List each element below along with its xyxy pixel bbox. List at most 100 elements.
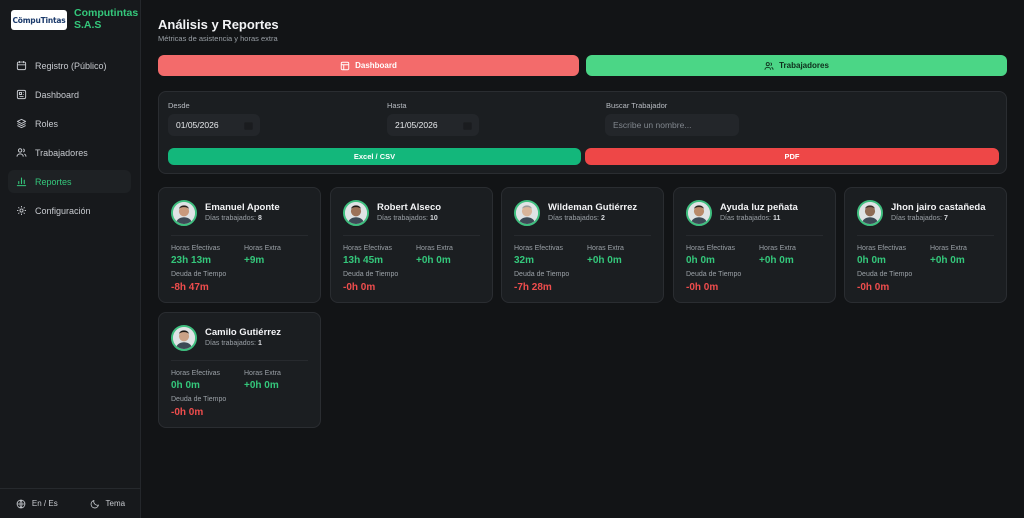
extra-hours-value: +0h 0m	[587, 255, 622, 266]
days-worked-label: Días trabajados:	[548, 215, 599, 222]
worker-card[interactable]: Robert Alseco Días trabajados: 10 Horas Ef…	[330, 187, 493, 303]
gear-icon	[17, 206, 26, 215]
extra-hours-value: +0h 0m	[244, 380, 279, 391]
time-debt-value: -0h 0m	[171, 407, 204, 418]
days-worked: Días trabajados: 11	[720, 215, 780, 222]
card-divider	[171, 360, 308, 361]
days-worked-label: Días trabajados:	[891, 215, 942, 222]
avatar	[171, 200, 197, 226]
worker-card[interactable]: Camilo Gutiérrez Días trabajados: 1 Horas …	[158, 312, 321, 428]
tab-trabajadores-label: Trabajadores	[779, 61, 829, 70]
sidebar-item-label: Registro (Público)	[35, 60, 107, 71]
card-divider	[857, 235, 994, 236]
days-worked-value: 7	[943, 215, 948, 222]
sidebar-item-dashboard[interactable]: Dashboard	[8, 83, 131, 106]
days-worked-value: 2	[600, 215, 605, 222]
calendar-icon[interactable]	[463, 121, 472, 130]
layout-icon	[340, 61, 350, 70]
brand: CömpuTintas Computintas S.A.S	[11, 7, 139, 31]
card-divider	[686, 235, 823, 236]
moon-icon	[90, 499, 99, 508]
sidebar-item-trabajadores[interactable]: Trabajadores	[8, 141, 131, 164]
time-debt-label: Deuda de Tiempo	[171, 271, 227, 278]
sidebar-item-registro[interactable]: Registro (Público)	[8, 54, 131, 77]
tab-dashboard-label: Dashboard	[355, 61, 397, 70]
company-name: Computintas S.A.S	[74, 7, 139, 31]
effective-hours-label: Horas Efectivas	[171, 370, 221, 377]
days-worked-label: Días trabajados:	[720, 215, 771, 222]
days-worked-value: 10	[429, 215, 438, 222]
avatar	[857, 200, 883, 226]
sidebar-item-label: Roles	[35, 118, 59, 129]
sidebar-item-label: Trabajadores	[35, 147, 88, 158]
theme-label: Tema	[105, 499, 126, 508]
tab-dashboard[interactable]: Dashboard	[158, 55, 579, 76]
extra-hours-label: Horas Extra	[416, 245, 453, 252]
effective-hours-value: 0h 0m	[857, 255, 886, 266]
effective-hours-label: Horas Efectivas	[171, 245, 221, 252]
time-debt-value: -0h 0m	[686, 282, 719, 293]
company-logo[interactable]: CömpuTintas	[11, 10, 67, 30]
sidebar-nav: Registro (Público) Dashboard Roles Traba…	[8, 54, 131, 228]
avatar	[514, 200, 540, 226]
effective-hours-value: 23h 13m	[171, 255, 212, 266]
days-worked: Días trabajados: 10	[377, 215, 438, 222]
users-icon	[16, 148, 27, 157]
days-worked-value: 1	[257, 340, 262, 347]
time-debt-value: -7h 28m	[514, 282, 552, 293]
extra-hours-label: Horas Extra	[244, 370, 281, 377]
search-worker-input[interactable]	[605, 114, 739, 136]
worker-name: Camilo Gutiérrez	[205, 327, 282, 338]
worker-name: Jhon jairo castañeda	[891, 202, 986, 213]
language-toggle[interactable]: En / Es	[16, 499, 58, 509]
worker-card[interactable]: Ayuda luz peñata Días trabajados: 11 Horas…	[673, 187, 836, 303]
bar-chart-icon	[16, 177, 27, 187]
calendar-icon	[16, 61, 27, 71]
sidebar-footer: En / Es Tema	[0, 488, 141, 518]
export-pdf-button[interactable]: PDF	[585, 148, 999, 165]
effective-hours-value: 32m	[514, 255, 535, 266]
time-debt-label: Deuda de Tiempo	[343, 271, 399, 278]
days-worked: Días trabajados: 8	[205, 215, 262, 222]
globe-icon	[16, 499, 26, 508]
avatar	[171, 325, 197, 351]
time-debt-label: Deuda de Tiempo	[171, 396, 227, 403]
time-debt-value: -0h 0m	[857, 282, 890, 293]
days-worked-label: Días trabajados:	[377, 215, 428, 222]
worker-name: Wildeman Gutiérrez	[548, 202, 638, 213]
worker-name: Robert Alseco	[377, 202, 442, 213]
worker-card[interactable]: Emanuel Aponte Días trabajados: 8 Horas Ef…	[158, 187, 321, 303]
days-worked: Días trabajados: 2	[548, 215, 605, 222]
effective-hours-value: 13h 45m	[343, 255, 384, 266]
effective-hours-value: 0h 0m	[686, 255, 715, 266]
extra-hours-label: Horas Extra	[587, 245, 624, 252]
worker-name: Ayuda luz peñata	[720, 202, 798, 213]
effective-hours-label: Horas Efectivas	[857, 245, 907, 252]
days-worked: Días trabajados: 1	[205, 340, 262, 347]
calendar-icon[interactable]	[244, 121, 253, 130]
worker-card[interactable]: Wildeman Gutiérrez Días trabajados: 2 Hora…	[501, 187, 664, 303]
dashboard-icon	[16, 89, 27, 100]
effective-hours-value: 0h 0m	[171, 380, 200, 391]
days-worked-value: 8	[257, 215, 262, 222]
filters-panel: Desde Hasta Buscar Trabajador Excel / CS…	[158, 91, 1007, 174]
avatar	[686, 200, 712, 226]
sidebar-item-roles[interactable]: Roles	[8, 112, 131, 135]
layers-icon	[16, 118, 27, 129]
tab-trabajadores[interactable]: Trabajadores	[586, 55, 1007, 76]
time-debt-label: Deuda de Tiempo	[686, 271, 742, 278]
sidebar-item-label: Configuración	[35, 205, 91, 216]
sidebar-item-configuracion[interactable]: Configuración	[8, 199, 131, 222]
effective-hours-label: Horas Efectivas	[514, 245, 564, 252]
search-worker-label: Buscar Trabajador	[606, 101, 668, 110]
theme-toggle[interactable]: Tema	[90, 499, 126, 509]
card-divider	[514, 235, 651, 236]
page-subtitle: Métricas de asistencia y horas extra	[158, 34, 278, 43]
sidebar-item-reportes[interactable]: Reportes	[8, 170, 131, 193]
worker-card[interactable]: Jhon jairo castañeda Días trabajados: 7 Ho…	[844, 187, 1007, 303]
from-date-label: Desde	[168, 101, 190, 110]
time-debt-label: Deuda de Tiempo	[514, 271, 570, 278]
days-worked-value: 11	[772, 215, 781, 222]
export-excel-button[interactable]: Excel / CSV	[168, 148, 581, 165]
sidebar-item-label: Reportes	[35, 176, 72, 187]
